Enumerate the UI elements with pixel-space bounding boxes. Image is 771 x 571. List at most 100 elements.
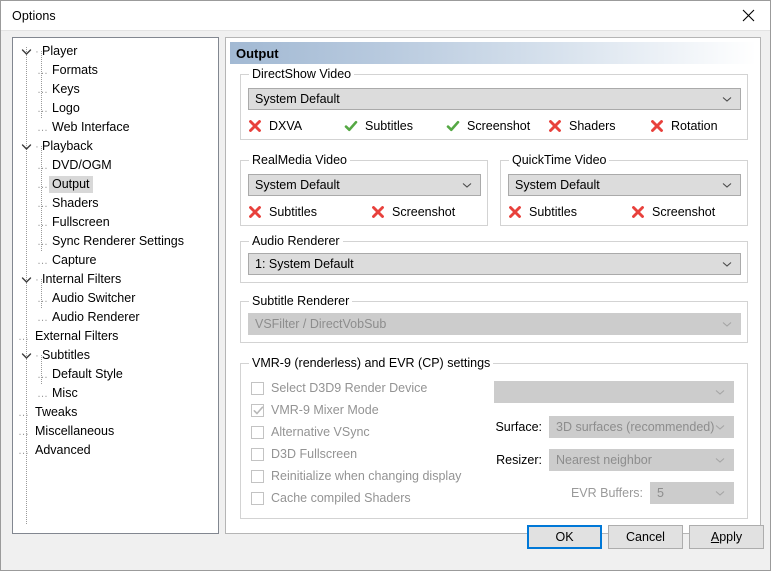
vmr9-evr-settings-group-title: VMR-9 (renderless) and EVR (CP) settings [249,356,494,370]
tree-item-fullscreen[interactable]: … Fullscreen [13,213,218,232]
tree-item-external-filters[interactable]: … External Filters [13,327,218,346]
quicktime-video-combo-value: System Default [515,178,600,192]
realmedia-video-combo[interactable]: System Default [248,174,481,196]
chevron-down-icon[interactable] [20,273,33,286]
tree-item-label: Tweaks [35,405,78,419]
tree-connector: … [37,103,48,114]
checkbox-label: Cache compiled Shaders [271,491,411,505]
feature-label: Screenshot [392,205,456,219]
tree-connector: … [37,122,48,133]
vmr9-evr-settings-group: VMR-9 (renderless) and EVR (CP) settings… [240,356,748,519]
window-title: Options [12,8,56,23]
red-x-icon [248,119,262,133]
tree-guide-line [41,51,42,118]
subtitle-renderer-group-title: Subtitle Renderer [249,294,353,308]
feature-label: DXVA [269,119,303,133]
red-x-icon [371,205,385,219]
tree-item-sync-renderer-settings[interactable]: … Sync Renderer Settings [13,232,218,251]
tree-item-label: DVD/OGM [52,158,112,172]
tree-connector: … [37,293,48,304]
tree-item-label: Audio Renderer [52,310,140,324]
tree-item-keys[interactable]: … Keys [13,80,218,99]
tree-item-label: Shaders [52,196,99,210]
dialog-body: · Player … Formats … Keys … Logo … Web Interface ·… [1,31,770,570]
cancel-button[interactable]: Cancel [608,525,683,549]
dialog-footer: OK Cancel Apply [1,514,770,570]
tree-item-label: Formats [52,63,98,77]
tree-item-capture[interactable]: … Capture [13,251,218,270]
tree-item-audio-renderer[interactable]: … Audio Renderer [13,308,218,327]
tree-item-advanced[interactable]: … Advanced [13,441,218,460]
surface-combo-value: 3D surfaces (recommended) [556,420,715,434]
tree-item-audio-switcher[interactable]: … Audio Switcher [13,289,218,308]
subtitle-renderer-combo-value: VSFilter / DirectVobSub [255,317,387,331]
tree-connector: … [18,331,29,342]
apply-rest-chars: pply [719,530,743,544]
chevron-down-icon[interactable] [20,349,33,362]
tree-guide-line [41,279,42,308]
checkbox-unchecked-icon [251,381,264,395]
apply-button[interactable]: Apply [689,525,764,549]
feature-label: Subtitles [269,205,317,219]
checkbox-unchecked-icon [251,469,264,483]
tree-item-label: Misc [52,386,78,400]
green-check-icon [344,119,358,133]
tree-connector: … [37,198,48,209]
feature-screenshot: Screenshot [371,205,455,219]
close-button[interactable] [726,1,770,30]
realmedia-feature-list: Subtitles Screenshot [248,205,481,223]
chevron-down-icon [721,258,733,270]
directshow-video-group-title: DirectShow Video [249,67,355,81]
tree-item-subtitles[interactable]: · Subtitles [13,346,218,365]
feature-label: Shaders [569,119,616,133]
red-x-icon [548,119,562,133]
tree-connector: … [37,312,48,323]
quicktime-video-combo[interactable]: System Default [508,174,741,196]
checkbox-vmr-9-mixer-mode: VMR-9 Mixer Mode [251,403,379,417]
checkbox-label: D3D Fullscreen [271,447,358,461]
resizer-label: Resizer: [496,453,542,467]
realmedia-video-combo-value: System Default [255,178,340,192]
tree-item-label: Default Style [52,367,123,381]
tree-item-misc[interactable]: … Misc [13,384,218,403]
tree-item-formats[interactable]: … Formats [13,61,218,80]
chevron-down-icon [721,318,733,330]
tree-item-output[interactable]: … Output [13,175,218,194]
tree-connector: … [37,65,48,76]
d3d9-render-device-combo [494,381,734,403]
tree-item-player[interactable]: · Player [13,42,218,61]
tree-item-web-interface[interactable]: … Web Interface [13,118,218,137]
feature-subtitles: Subtitles [508,205,577,219]
chevron-down-icon [714,421,726,433]
directshow-video-combo[interactable]: System Default [248,88,741,110]
evr-buffers-combo-value: 5 [657,486,664,500]
tree-item-internal-filters[interactable]: · Internal Filters [13,270,218,289]
page-title: Output [230,42,756,64]
tree-item-default-style[interactable]: … Default Style [13,365,218,384]
tree-item-label: Player [42,44,78,58]
tree-item-dvd-ogm[interactable]: … DVD/OGM [13,156,218,175]
quicktime-video-group-title: QuickTime Video [509,153,610,167]
tree-item-logo[interactable]: … Logo [13,99,218,118]
output-settings-panel: Output DirectShow Video System Default D… [225,37,761,534]
feature-label: Screenshot [652,205,716,219]
tree-item-label: Logo [52,101,80,115]
ok-button[interactable]: OK [527,525,602,549]
settings-tree[interactable]: · Player … Formats … Keys … Logo … Web Interface ·… [12,37,219,534]
chevron-down-icon[interactable] [20,140,33,153]
close-icon [742,9,755,22]
tree-item-playback[interactable]: · Playback [13,137,218,156]
checkbox-d3d-fullscreen: D3D Fullscreen [251,447,357,461]
tree-connector: … [37,255,48,266]
audio-renderer-combo[interactable]: 1: System Default [248,253,741,275]
tree-item-shaders[interactable]: … Shaders [13,194,218,213]
tree-item-miscellaneous[interactable]: … Miscellaneous [13,422,218,441]
chevron-down-icon[interactable] [20,45,33,58]
evr-buffers-label: EVR Buffers: [570,486,643,500]
tree-connector: … [18,445,29,456]
tree-item-label: Fullscreen [52,215,110,229]
options-dialog: Options · Player … Formats … Keys … Logo … Web In… [0,0,771,571]
tree-item-tweaks[interactable]: … Tweaks [13,403,218,422]
directshow-video-group: DirectShow Video System Default DXVA Subt… [240,67,748,140]
feature-rotation: Rotation [650,119,718,133]
